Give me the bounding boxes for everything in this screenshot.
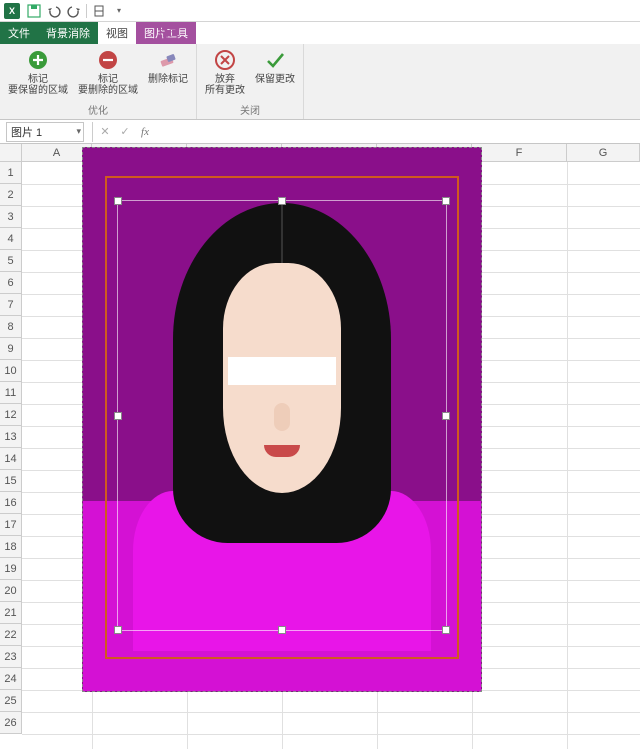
row-header[interactable]: 12: [0, 404, 22, 426]
mark-keep-label-2: 要保留的区域: [8, 85, 68, 96]
spreadsheet-grid[interactable]: ABCDEFG 12345678910111213141516171819202…: [0, 144, 640, 749]
undo-button[interactable]: [44, 1, 64, 21]
row-header[interactable]: 21: [0, 602, 22, 624]
inserted-picture[interactable]: [82, 147, 482, 692]
row-header[interactable]: 15: [0, 470, 22, 492]
row-header[interactable]: 19: [0, 558, 22, 580]
formula-bar: 图片 1 ▾ ✕ ✓ fx: [0, 120, 640, 144]
row-header[interactable]: 11: [0, 382, 22, 404]
row-header[interactable]: 4: [0, 228, 22, 250]
ribbon-tabs: 文件 背景消除 视图 图片工具: [0, 22, 640, 44]
resize-handle-ml[interactable]: [114, 412, 122, 420]
x-circle-icon: [213, 48, 237, 72]
row-header[interactable]: 9: [0, 338, 22, 360]
row-header[interactable]: 5: [0, 250, 22, 272]
row-header[interactable]: 2: [0, 184, 22, 206]
redo-button[interactable]: [64, 1, 84, 21]
row-header[interactable]: 14: [0, 448, 22, 470]
tab-background-remove[interactable]: 背景消除: [38, 22, 98, 44]
row-header[interactable]: 24: [0, 668, 22, 690]
row-header[interactable]: 22: [0, 624, 22, 646]
column-header[interactable]: F: [472, 144, 567, 161]
ribbon-group-close: 放弃所有更改 保留更改 关闭: [197, 44, 304, 119]
row-header[interactable]: 18: [0, 536, 22, 558]
resize-handle-tm[interactable]: [278, 197, 286, 205]
mark-remove-label-1: 标记: [98, 74, 118, 85]
enter-formula-button[interactable]: ✓: [115, 122, 135, 142]
touch-mode-button[interactable]: [89, 1, 109, 21]
qat-separator: [86, 4, 87, 18]
eraser-icon: [156, 48, 180, 72]
plus-circle-icon: [26, 48, 50, 72]
resize-handle-tl[interactable]: [114, 197, 122, 205]
tab-file[interactable]: 文件: [0, 22, 38, 44]
selection-box[interactable]: [117, 200, 447, 631]
resize-handle-mr[interactable]: [442, 412, 450, 420]
fx-button[interactable]: fx: [135, 122, 155, 142]
row-header[interactable]: 7: [0, 294, 22, 316]
row-header[interactable]: 16: [0, 492, 22, 514]
formula-input[interactable]: [155, 122, 640, 142]
mark-keep-label-1: 标记: [28, 74, 48, 85]
qat-customize-dropdown[interactable]: ▾: [109, 1, 129, 21]
row-header[interactable]: 25: [0, 690, 22, 712]
row-header[interactable]: 17: [0, 514, 22, 536]
name-box[interactable]: 图片 1 ▾: [6, 122, 84, 142]
chevron-down-icon: ▾: [76, 126, 81, 137]
tab-format[interactable]: 格式: [150, 22, 188, 44]
resize-handle-tr[interactable]: [442, 197, 450, 205]
column-header[interactable]: G: [567, 144, 640, 161]
save-button[interactable]: [24, 1, 44, 21]
quick-access-toolbar: X ▾: [0, 0, 640, 22]
resize-handle-br[interactable]: [442, 626, 450, 634]
discard-changes-button[interactable]: 放弃所有更改: [201, 46, 249, 101]
group-label-optimize: 优化: [88, 101, 108, 119]
picture-background-removal-mask: [82, 147, 482, 692]
row-header[interactable]: 20: [0, 580, 22, 602]
mark-keep-button[interactable]: 标记要保留的区域: [4, 46, 72, 101]
row-header[interactable]: 23: [0, 646, 22, 668]
mark-remove-button[interactable]: 标记要删除的区域: [74, 46, 142, 101]
ribbon-group-optimize: 标记要保留的区域 标记要删除的区域 删除标记 优化: [0, 44, 197, 119]
keep-changes-button[interactable]: 保留更改: [251, 46, 299, 101]
mark-remove-label-2: 要删除的区域: [78, 85, 138, 96]
row-header[interactable]: 6: [0, 272, 22, 294]
minus-circle-icon: [96, 48, 120, 72]
group-label-close: 关闭: [240, 101, 260, 119]
select-all-corner[interactable]: [0, 144, 22, 161]
delete-marks-label: 删除标记: [148, 74, 188, 85]
discard-label-2: 所有更改: [205, 85, 245, 96]
row-headers: 1234567891011121314151617181920212223242…: [0, 162, 22, 734]
excel-icon: X: [4, 3, 20, 19]
cancel-formula-button[interactable]: ✕: [95, 122, 115, 142]
row-header[interactable]: 26: [0, 712, 22, 734]
row-header[interactable]: 10: [0, 360, 22, 382]
delete-marks-button[interactable]: 删除标记: [144, 46, 192, 101]
row-header[interactable]: 13: [0, 426, 22, 448]
row-header[interactable]: 1: [0, 162, 22, 184]
row-header[interactable]: 3: [0, 206, 22, 228]
ribbon: 标记要保留的区域 标记要删除的区域 删除标记 优化: [0, 44, 640, 120]
keep-label: 保留更改: [255, 74, 295, 85]
check-icon: [263, 48, 287, 72]
resize-handle-bl[interactable]: [114, 626, 122, 634]
name-box-value: 图片 1: [11, 124, 42, 140]
tab-view[interactable]: 视图: [98, 22, 136, 44]
row-header[interactable]: 8: [0, 316, 22, 338]
discard-label-1: 放弃: [215, 74, 235, 85]
resize-handle-bm[interactable]: [278, 626, 286, 634]
